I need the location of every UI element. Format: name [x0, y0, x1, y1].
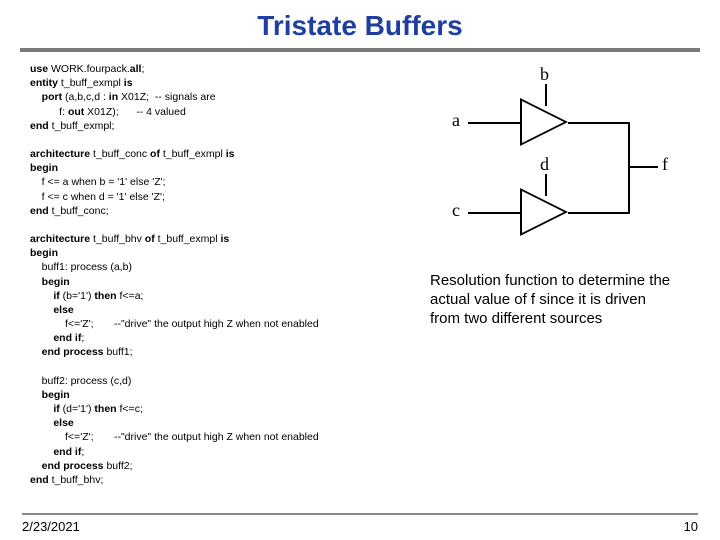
kw-in: in	[109, 91, 118, 103]
code-text: t_buff_conc;	[49, 205, 109, 217]
code-text: f<=a;	[117, 290, 144, 302]
wire-join	[628, 122, 630, 214]
footer: 2/23/2021 10	[0, 513, 720, 534]
kw-endif: end if	[30, 332, 81, 344]
kw-of: of	[145, 233, 155, 245]
code-text: buff2;	[104, 460, 133, 472]
kw-entity: entity	[30, 77, 58, 89]
code-line: buff2: process (c,d)	[30, 374, 400, 388]
signal-f-label: f	[662, 154, 668, 175]
signal-a-label: a	[452, 110, 460, 131]
code-text: buff1;	[104, 346, 133, 358]
kw-out: out	[68, 106, 84, 118]
signal-b-label: b	[540, 64, 549, 85]
code-line: buff1: process (a,b)	[30, 260, 400, 274]
page-title: Tristate Buffers	[0, 0, 720, 48]
code-text: ;	[81, 332, 84, 344]
wire-c	[468, 212, 520, 214]
code-text: WORK.fourpack.	[48, 63, 130, 75]
code-text: (d='1')	[60, 403, 95, 415]
code-blank	[30, 133, 400, 147]
code-text: t_buff_exmpl	[58, 77, 124, 89]
code-line: f <= c when d = '1' else 'Z';	[30, 190, 400, 204]
code-text: t_buff_exmpl	[160, 148, 226, 160]
kw-use: use	[30, 63, 48, 75]
code-text: t_buff_conc	[90, 148, 150, 160]
kw-if: if	[30, 403, 60, 415]
code-text: t_buff_exmpl;	[49, 120, 115, 132]
code-text: t_buff_bhv;	[49, 474, 104, 486]
wire-bot-out	[568, 212, 630, 214]
kw-endprocess: end process	[30, 346, 104, 358]
code-text: f:	[30, 106, 68, 118]
explanation-text: Resolution function to determine the act…	[430, 272, 680, 328]
kw-end: end	[30, 205, 49, 217]
buffer-top-icon	[520, 98, 568, 146]
tristate-diagram: b a d c f	[410, 62, 670, 262]
wire-a	[468, 122, 520, 124]
kw-else: else	[30, 304, 74, 316]
kw-architecture: architecture	[30, 148, 90, 160]
kw-is: is	[124, 77, 133, 89]
content-area: use WORK.fourpack.all; entity t_buff_exm…	[0, 58, 720, 487]
kw-of: of	[150, 148, 160, 160]
code-listing: use WORK.fourpack.all; entity t_buff_exm…	[30, 62, 400, 487]
code-blank	[30, 360, 400, 374]
code-text: f<=c;	[117, 403, 143, 415]
kw-then: then	[94, 290, 116, 302]
code-blank	[30, 218, 400, 232]
kw-end: end	[30, 120, 49, 132]
code-text: ;	[141, 63, 144, 75]
title-rule	[20, 48, 700, 52]
kw-is: is	[220, 233, 229, 245]
code-line: f<='Z'; --"drive" the output high Z when…	[30, 430, 400, 444]
kw-endprocess: end process	[30, 460, 104, 472]
kw-if: if	[30, 290, 60, 302]
code-text: t_buff_exmpl	[155, 233, 221, 245]
wire-f	[628, 166, 658, 168]
signal-d-label: d	[540, 154, 549, 175]
kw-begin: begin	[30, 389, 70, 401]
footer-page-number: 10	[684, 519, 698, 534]
code-line: f <= a when b = '1' else 'Z';	[30, 175, 400, 189]
kw-begin: begin	[30, 162, 58, 174]
wire-top-out	[568, 122, 630, 124]
kw-is: is	[226, 148, 235, 160]
code-text: ;	[81, 446, 84, 458]
kw-end: end	[30, 474, 49, 486]
kw-begin: begin	[30, 247, 58, 259]
kw-endif: end if	[30, 446, 81, 458]
footer-rule	[22, 513, 698, 515]
kw-port: port	[30, 91, 62, 103]
code-text: (a,b,c,d :	[62, 91, 109, 103]
kw-begin: begin	[30, 276, 70, 288]
code-text: (b='1')	[60, 290, 95, 302]
kw-then: then	[94, 403, 116, 415]
code-text: X01Z); -- 4 valued	[84, 106, 186, 118]
code-text: X01Z; -- signals are	[118, 91, 215, 103]
signal-c-label: c	[452, 200, 460, 221]
code-text: t_buff_bhv	[90, 233, 145, 245]
buffer-bottom-icon	[520, 188, 568, 236]
kw-else: else	[30, 417, 74, 429]
kw-all: all	[130, 63, 142, 75]
footer-date: 2/23/2021	[22, 519, 80, 534]
code-line: f<='Z'; --"drive" the output high Z when…	[30, 317, 400, 331]
right-column: b a d c f Resolution function to determi…	[400, 62, 700, 487]
kw-architecture: architecture	[30, 233, 90, 245]
